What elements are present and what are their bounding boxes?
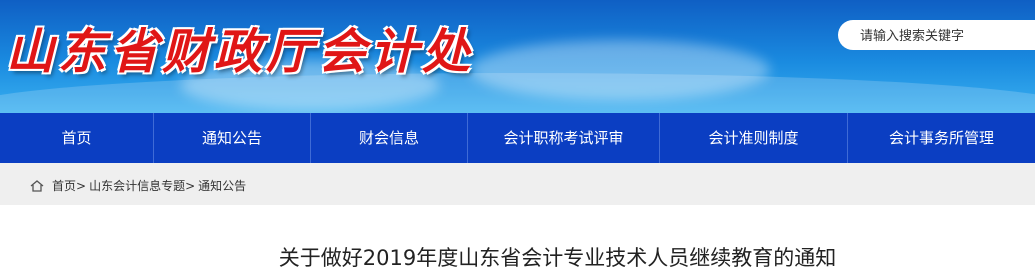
- nav-item-firm-management[interactable]: 会计事务所管理: [848, 113, 1035, 163]
- nav-item-accounting-standards[interactable]: 会计准则制度: [660, 113, 848, 163]
- breadcrumb-bar: 首页 > 山东会计信息专题 > 通知公告: [0, 163, 1035, 205]
- breadcrumb-separator: >: [76, 178, 87, 193]
- site-title[interactable]: 山东省财政厅会计处: [6, 12, 474, 82]
- nav-item-finance-info[interactable]: 财会信息: [311, 113, 468, 163]
- header-banner: 山东省财政厅会计处: [0, 0, 1035, 113]
- nav-item-home[interactable]: 首页: [0, 113, 154, 163]
- breadcrumb: 首页 > 山东会计信息专题 > 通知公告: [30, 177, 246, 194]
- breadcrumb-section[interactable]: 山东会计信息专题: [89, 177, 185, 194]
- search-box[interactable]: [838, 20, 1035, 52]
- home-icon[interactable]: [30, 179, 44, 192]
- nav-item-notices[interactable]: 通知公告: [154, 113, 311, 163]
- breadcrumb-home[interactable]: 首页: [52, 177, 76, 194]
- nav-item-accounting-exam[interactable]: 会计职称考试评审: [468, 113, 660, 163]
- main-nav: 首页 通知公告 财会信息 会计职称考试评审 会计准则制度 会计事务所管理: [0, 113, 1035, 163]
- breadcrumb-separator: >: [185, 178, 196, 193]
- breadcrumb-current: 通知公告: [198, 179, 247, 193]
- article-title: 关于做好2019年度山东省会计专业技术人员继续教育的通知: [278, 246, 837, 270]
- search-input[interactable]: [858, 20, 1032, 52]
